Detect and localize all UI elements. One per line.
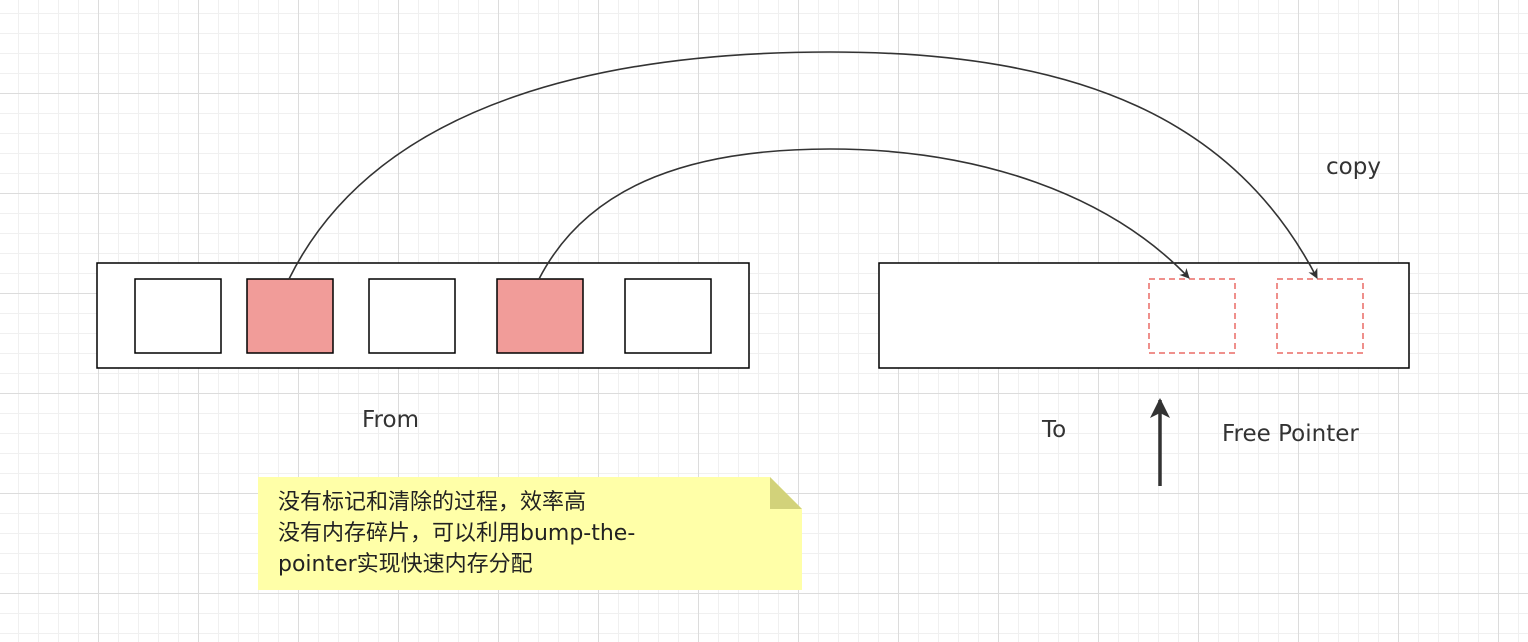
copy-arrow-outer [288,51,1318,280]
copy-arrow-inner [538,148,1190,280]
from-cell-5 [624,278,712,354]
from-cell-4-live [496,278,584,354]
from-cell-1 [134,278,222,354]
free-pointer-label: Free Pointer [1222,421,1359,447]
note-line-3: pointer实现快速内存分配 [278,552,533,577]
sticky-note: 没有标记和清除的过程，效率高 没有内存碎片，可以利用bump-the- poin… [258,477,802,590]
copy-label: copy [1326,154,1381,180]
note-line-2: 没有内存碎片，可以利用bump-the- [278,521,636,546]
from-space-cells [134,278,712,354]
from-label: From [362,407,419,433]
from-cell-3 [368,278,456,354]
sticky-note-text: 没有标记和清除的过程，效率高 没有内存碎片，可以利用bump-the- poin… [278,487,778,580]
note-line-1: 没有标记和清除的过程，效率高 [278,490,587,515]
to-label: To [1042,417,1067,443]
from-cell-2-live [246,278,334,354]
